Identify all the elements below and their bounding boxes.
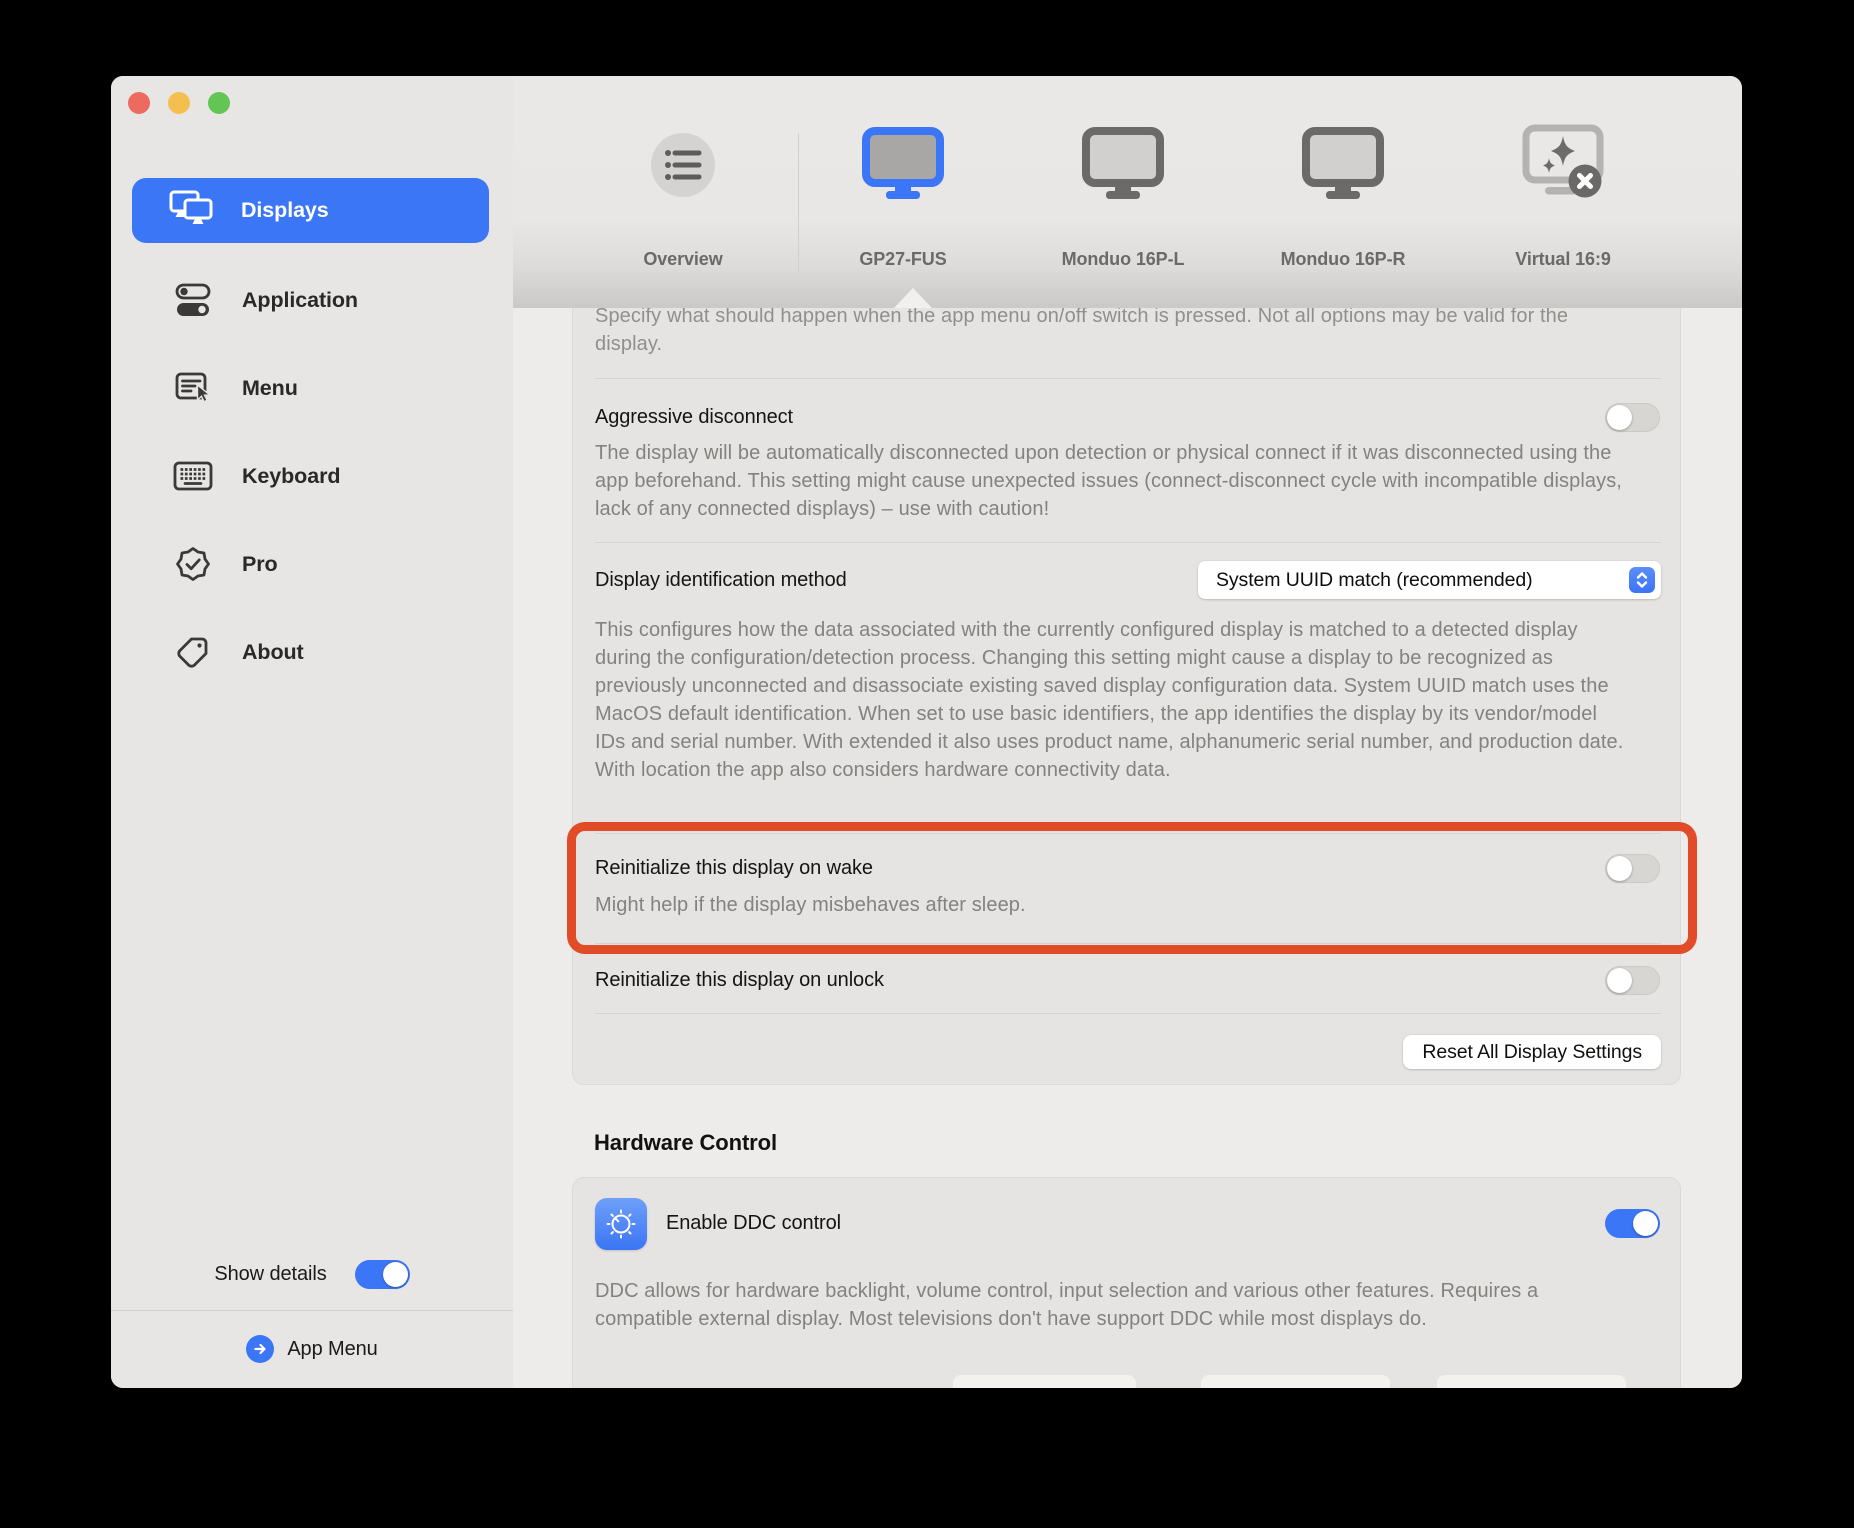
reinit-wake-label: Reinitialize this display on wake — [595, 854, 873, 882]
show-details-row: Show details — [111, 1260, 513, 1289]
display-tabbar: Overview GP27-FUS — [513, 76, 1742, 308]
show-details-label: Show details — [214, 1263, 326, 1286]
sidebar-item-label: Pro — [242, 552, 278, 577]
clipped-control — [1437, 1375, 1626, 1388]
sidebar-item-label: Displays — [241, 198, 329, 223]
sidebar-item-displays[interactable]: Displays — [132, 178, 489, 243]
aggressive-disconnect-description: The display will be automatically discon… — [595, 439, 1625, 523]
app-menu-label: App Menu — [287, 1338, 377, 1361]
sidebar-item-label: About — [242, 640, 304, 665]
sidebar-divider — [111, 1310, 513, 1311]
tag-icon — [173, 635, 213, 669]
identification-method-label: Display identification method — [595, 566, 847, 594]
keyboard-icon — [173, 461, 213, 491]
reset-all-display-settings-button[interactable]: Reset All Display Settings — [1403, 1035, 1661, 1069]
zoom-button[interactable] — [208, 92, 230, 114]
tab-monduo-16p-r[interactable]: Monduo 16P-R — [1268, 76, 1418, 308]
toggle-knob — [1633, 1211, 1658, 1236]
app-menu-switch-description: Specify what should happen when the app … — [595, 308, 1625, 358]
sidebar-item-label: Menu — [242, 376, 298, 401]
main-area: Overview GP27-FUS — [513, 76, 1742, 1388]
tab-label: Overview — [643, 248, 722, 270]
aggressive-disconnect-label: Aggressive disconnect — [595, 403, 793, 431]
clipped-control — [1201, 1375, 1390, 1388]
tab-label: Monduo 16P-L — [1062, 248, 1185, 270]
reinit-wake-toggle[interactable] — [1605, 854, 1660, 883]
enable-ddc-toggle[interactable] — [1605, 1209, 1660, 1238]
switches-icon — [173, 282, 213, 319]
separator — [595, 378, 1661, 379]
hardware-control-heading: Hardware Control — [594, 1129, 777, 1157]
sidebar-item-label: Application — [242, 288, 358, 313]
reinit-unlock-toggle[interactable] — [1605, 966, 1660, 995]
close-button[interactable] — [128, 92, 150, 114]
toggle-knob — [1607, 968, 1632, 993]
minimize-button[interactable] — [168, 92, 190, 114]
sidebar-nav: Application Menu — [111, 256, 513, 696]
arrow-right-icon — [246, 1335, 274, 1363]
toggle-knob — [1607, 405, 1632, 430]
menu-cursor-icon — [173, 372, 213, 405]
sidebar-item-keyboard[interactable]: Keyboard — [111, 432, 513, 520]
brightness-dial-icon — [595, 1198, 647, 1250]
ddc-description: DDC allows for hardware backlight, volum… — [595, 1277, 1625, 1333]
monitor-icon — [861, 126, 945, 204]
monitor-icon — [1301, 126, 1385, 204]
hardware-control-card: Enable DDC control DDC allows for hardwa… — [572, 1177, 1681, 1388]
tab-monduo-16p-l[interactable]: Monduo 16P-L — [1048, 76, 1198, 308]
stepper-chevrons-icon — [1629, 567, 1655, 593]
tab-virtual-16-9[interactable]: Virtual 16:9 — [1488, 76, 1638, 308]
displays-icon — [169, 190, 215, 231]
tab-gp27-fus[interactable]: GP27-FUS — [828, 76, 978, 308]
monitor-icon — [1081, 126, 1165, 204]
sidebar: Displays Application — [111, 76, 513, 1388]
aggressive-disconnect-toggle[interactable] — [1605, 403, 1660, 432]
app-window: Displays Application — [111, 76, 1742, 1388]
clipped-control — [953, 1375, 1136, 1388]
sidebar-item-about[interactable]: About — [111, 608, 513, 696]
sidebar-item-menu[interactable]: Menu — [111, 344, 513, 432]
display-settings-card: Specify what should happen when the app … — [572, 308, 1681, 1085]
tabbar-divider — [798, 133, 799, 273]
sidebar-item-pro[interactable]: Pro — [111, 520, 513, 608]
identification-method-select[interactable]: System UUID match (recommended) — [1198, 561, 1661, 599]
tab-overview[interactable]: Overview — [608, 76, 758, 308]
settings-scroll-area[interactable]: Specify what should happen when the app … — [513, 308, 1742, 1388]
sidebar-item-label: Keyboard — [242, 464, 340, 489]
tab-label: Monduo 16P-R — [1281, 248, 1406, 270]
toggle-knob — [383, 1262, 408, 1287]
highlight-annotation — [567, 822, 1697, 954]
checkmark-seal-icon — [173, 545, 213, 583]
separator — [595, 833, 1661, 834]
window-controls — [128, 92, 230, 114]
identification-method-description: This configures how the data associated … — [595, 616, 1625, 784]
toggle-knob — [1607, 856, 1632, 881]
identification-method-value: System UUID match (recommended) — [1216, 569, 1533, 592]
virtual-display-icon — [1517, 124, 1609, 207]
tab-label: GP27-FUS — [859, 248, 946, 270]
sidebar-item-application[interactable]: Application — [111, 256, 513, 344]
app-menu-button[interactable]: App Menu — [111, 1332, 513, 1366]
reinit-unlock-label: Reinitialize this display on unlock — [595, 966, 884, 994]
enable-ddc-label: Enable DDC control — [666, 1209, 841, 1237]
show-details-toggle[interactable] — [355, 1260, 410, 1289]
overview-list-icon — [651, 133, 715, 197]
separator — [595, 1013, 1661, 1014]
separator — [595, 943, 1661, 944]
separator — [595, 542, 1661, 543]
tab-label: Virtual 16:9 — [1515, 248, 1611, 270]
selected-tab-caret — [894, 288, 932, 308]
reinit-wake-description: Might help if the display misbehaves aft… — [595, 891, 1625, 919]
